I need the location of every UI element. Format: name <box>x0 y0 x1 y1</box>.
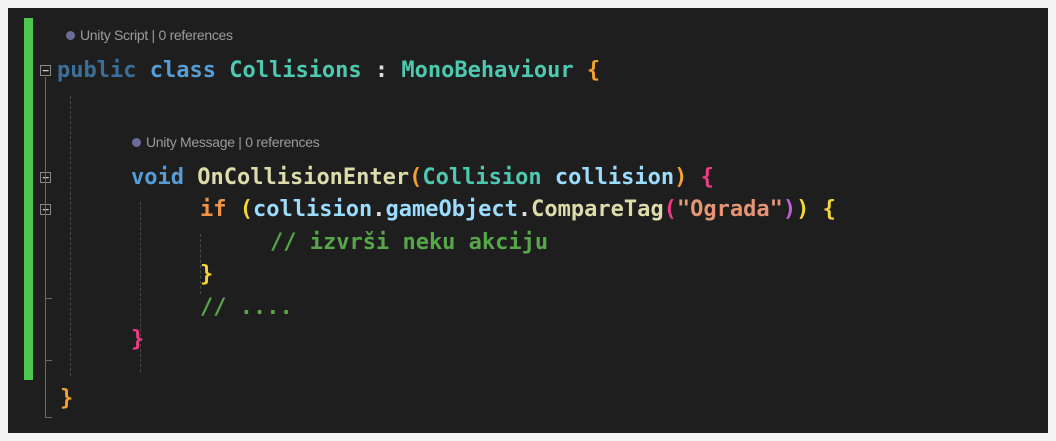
token-paren-close: ) <box>674 165 688 190</box>
codelens-class[interactable]: Unity Script | 0 references <box>66 26 233 44</box>
token-colon: : <box>361 58 402 83</box>
token-public: public <box>57 58 137 83</box>
token-param-name: collision <box>554 165 675 190</box>
code-line-7[interactable]: } <box>131 326 144 354</box>
codelens-method-text: Unity Message | 0 references <box>146 134 320 150</box>
token-paren-close: ) <box>796 197 810 222</box>
code-editor[interactable]: − − − Unity Script | 0 references Unity … <box>8 8 1048 433</box>
change-tracking-bar <box>24 18 33 380</box>
token-dot: . <box>372 197 386 222</box>
token-comment: // .... <box>200 295 293 320</box>
token-call-paren-open: ( <box>663 197 677 222</box>
token-brace-open: { <box>586 58 601 83</box>
token-param-type: Collision <box>422 165 542 190</box>
token-property: gameObject <box>385 197 518 222</box>
fold-toggle-class[interactable]: − <box>40 65 51 76</box>
indent-guide <box>70 96 71 376</box>
code-line-2[interactable]: void OnCollisionEnter(Collision collisio… <box>131 164 714 192</box>
token-brace-close: } <box>131 327 145 352</box>
token-object: collision <box>253 197 373 222</box>
token-paren-open: ( <box>409 165 423 190</box>
code-line-6[interactable]: // .... <box>200 294 293 322</box>
fold-end-method <box>45 360 52 361</box>
fold-line-method <box>45 184 46 361</box>
token-comment: // izvrši neku akciju <box>270 230 549 255</box>
token-brace-open: { <box>700 165 714 190</box>
token-base-class: MonoBehaviour <box>401 58 574 83</box>
codelens-class-text: Unity Script | 0 references <box>80 27 233 43</box>
token-paren-open: ( <box>239 197 253 222</box>
code-line-4[interactable]: // izvrši neku akciju <box>270 229 548 257</box>
fold-end-class <box>45 417 52 418</box>
codelens-method[interactable]: Unity Message | 0 references <box>132 133 320 151</box>
code-line-3[interactable]: if (collision.gameObject.CompareTag("Ogr… <box>200 196 836 224</box>
token-method-call: CompareTag <box>531 197 664 222</box>
code-line-5[interactable]: } <box>200 261 213 289</box>
token-brace-close: } <box>60 386 74 411</box>
code-line-8[interactable]: } <box>60 385 73 413</box>
code-line-1[interactable]: public class Collisions : MonoBehaviour … <box>57 57 600 85</box>
token-method-name: OnCollisionEnter <box>197 165 410 190</box>
unity-icon <box>66 31 75 40</box>
token-if: if <box>200 197 227 222</box>
token-brace-close: } <box>200 262 214 287</box>
token-class: class <box>149 58 216 83</box>
token-call-paren-close: ) <box>782 197 797 222</box>
token-void: void <box>131 165 184 190</box>
token-string: "Ograda" <box>676 197 783 222</box>
token-class-name: Collisions <box>229 58 362 83</box>
token-dot: . <box>517 197 532 222</box>
token-brace-open: { <box>822 197 836 222</box>
fold-end-if <box>45 298 52 299</box>
unity-icon <box>132 138 141 147</box>
